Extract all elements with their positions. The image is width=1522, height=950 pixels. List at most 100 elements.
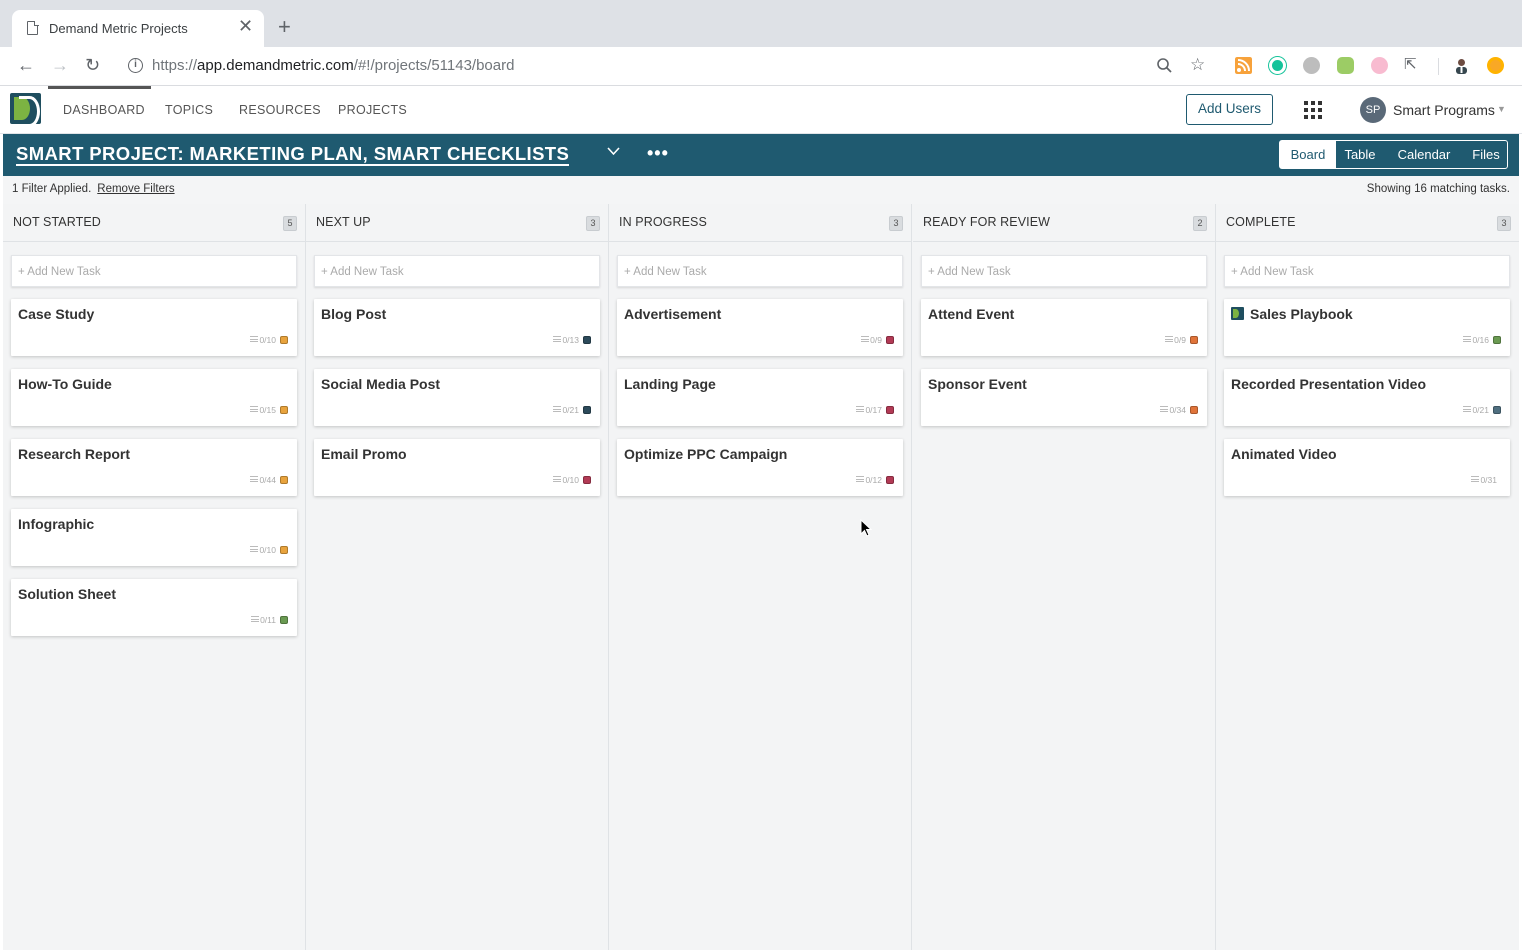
add-new-task-input[interactable]: + Add New Task (617, 255, 903, 287)
nav-projects[interactable]: PROJECTS (338, 103, 407, 117)
status-color-marker (280, 616, 288, 624)
browser-tab[interactable]: Demand Metric Projects ✕ (12, 10, 264, 47)
task-card[interactable]: Advertisement 0/9 (617, 299, 903, 356)
task-card[interactable]: Blog Post 0/13 (314, 299, 600, 356)
task-meta: 0/34 (1160, 404, 1198, 416)
task-title-text: Solution Sheet (18, 586, 116, 602)
info-icon[interactable]: i (128, 58, 143, 73)
task-title-text: Sales Playbook (1250, 306, 1353, 322)
task-title: How-To Guide (18, 376, 112, 392)
forward-arrow-icon[interactable]: → (51, 55, 69, 75)
task-card[interactable]: Landing Page 0/17 (617, 369, 903, 426)
add-new-task-input[interactable]: + Add New Task (921, 255, 1207, 287)
search-icon[interactable] (1156, 57, 1173, 74)
close-tab-icon[interactable]: ✕ (238, 16, 253, 36)
status-color-marker (280, 546, 288, 554)
checklist-icon (250, 476, 259, 482)
checklist-progress: 0/15 (250, 405, 276, 415)
view-table-button[interactable]: Table (1336, 141, 1384, 168)
checklist-count: 0/9 (870, 335, 882, 345)
task-title-text: How-To Guide (18, 376, 112, 392)
task-card[interactable]: Optimize PPC Campaign 0/12 (617, 439, 903, 496)
task-title: Animated Video (1231, 446, 1337, 462)
column-header: NEXT UP 3 (306, 204, 608, 242)
task-card[interactable]: Social Media Post 0/21 (314, 369, 600, 426)
add-users-button[interactable]: Add Users (1186, 94, 1273, 125)
task-card[interactable]: Sales Playbook 0/16 (1224, 299, 1510, 356)
more-options-icon[interactable]: ••• (647, 143, 669, 164)
task-card[interactable]: Animated Video 0/31 (1224, 439, 1510, 496)
t-extension-icon[interactable] (1303, 57, 1320, 74)
column-count-badge: 3 (1497, 216, 1511, 231)
star-icon[interactable]: ☆ (1190, 55, 1205, 75)
address-bar[interactable]: i https://app.demandmetric.com/#!/projec… (118, 51, 1218, 81)
grammarly-extension-icon[interactable] (1269, 57, 1286, 74)
task-title: Blog Post (321, 306, 386, 322)
board-column: IN PROGRESS 3 + Add New Task Advertisement 0… (609, 204, 912, 950)
project-title[interactable]: SMART PROJECT: MARKETING PLAN, SMART CHE… (16, 144, 570, 166)
add-new-task-input[interactable]: + Add New Task (314, 255, 600, 287)
status-color-marker (280, 476, 288, 484)
task-title: Infographic (18, 516, 94, 532)
checklist-icon (1463, 336, 1472, 342)
remove-filters-link[interactable]: Remove Filters (97, 183, 174, 195)
task-title-text: Landing Page (624, 376, 716, 392)
checklist-count: 0/10 (562, 475, 579, 485)
checklist-icon (553, 406, 562, 412)
profile-avatar-icon[interactable] (1453, 57, 1470, 74)
orange-extension-icon[interactable] (1487, 57, 1504, 74)
column-count-badge: 2 (1193, 216, 1207, 231)
rss-extension-icon[interactable] (1235, 57, 1252, 74)
url-text[interactable]: https://app.demandmetric.com/#!/projects… (152, 57, 514, 74)
task-title: Email Promo (321, 446, 407, 462)
task-meta: 0/10 (250, 544, 288, 556)
checklist-icon (861, 336, 870, 342)
task-card[interactable]: Infographic 0/10 (11, 509, 297, 566)
pink-extension-icon[interactable] (1371, 57, 1388, 74)
task-card[interactable]: Email Promo 0/10 (314, 439, 600, 496)
task-card[interactable]: Solution Sheet 0/11 (11, 579, 297, 636)
checklist-icon (856, 406, 865, 412)
view-board-button[interactable]: Board (1280, 141, 1336, 168)
task-card[interactable]: Research Report 0/44 (11, 439, 297, 496)
bug-extension-icon[interactable] (1337, 57, 1354, 74)
task-title: Optimize PPC Campaign (624, 446, 787, 462)
checklist-count: 0/17 (865, 405, 882, 415)
back-arrow-icon[interactable]: ← (17, 55, 35, 75)
view-calendar-button[interactable]: Calendar (1384, 141, 1464, 168)
task-card[interactable]: Attend Event 0/9 (921, 299, 1207, 356)
browser-toolbar: ← → ↻ i https://app.demandmetric.com/#!/… (0, 47, 1522, 86)
checklist-count: 0/10 (259, 335, 276, 345)
user-name[interactable]: Smart Programs (1393, 102, 1495, 118)
user-avatar[interactable]: SP (1360, 97, 1386, 123)
checklist-progress: 0/10 (553, 475, 579, 485)
task-meta: 0/9 (861, 334, 894, 346)
task-card[interactable]: Sponsor Event 0/34 (921, 369, 1207, 426)
checklist-count: 0/31 (1480, 475, 1497, 485)
apps-grid-icon[interactable] (1304, 101, 1322, 119)
cast-extension-icon[interactable]: ⇱ (1404, 55, 1417, 75)
column-title: NEXT UP (316, 215, 371, 229)
chevron-down-icon[interactable]: ▼ (1497, 104, 1506, 114)
task-title: Research Report (18, 446, 130, 462)
nav-topics[interactable]: TOPICS (165, 103, 213, 117)
view-files-button[interactable]: Files (1464, 141, 1508, 168)
add-new-task-input[interactable]: + Add New Task (11, 255, 297, 287)
checklist-icon (250, 336, 259, 342)
demand-metric-logo-icon[interactable] (10, 93, 41, 124)
task-card[interactable]: How-To Guide 0/15 (11, 369, 297, 426)
task-card[interactable]: Recorded Presentation Video 0/21 (1224, 369, 1510, 426)
task-card[interactable]: Case Study 0/10 (11, 299, 297, 356)
checklist-count: 0/21 (1472, 405, 1489, 415)
nav-resources[interactable]: RESOURCES (239, 103, 321, 117)
task-title-text: Research Report (18, 446, 131, 462)
chevron-down-icon[interactable] (607, 147, 620, 156)
board-column: READY FOR REVIEW 2 + Add New Task Attend Ev… (913, 204, 1216, 950)
nav-dashboard[interactable]: DASHBOARD (63, 103, 145, 117)
browser-tabstrip: Demand Metric Projects ✕ + (0, 0, 1522, 47)
new-tab-icon[interactable]: + (278, 16, 291, 38)
status-color-marker (1493, 336, 1501, 344)
add-new-task-input[interactable]: + Add New Task (1224, 255, 1510, 287)
status-color-marker (886, 336, 894, 344)
reload-icon[interactable]: ↻ (85, 55, 100, 75)
